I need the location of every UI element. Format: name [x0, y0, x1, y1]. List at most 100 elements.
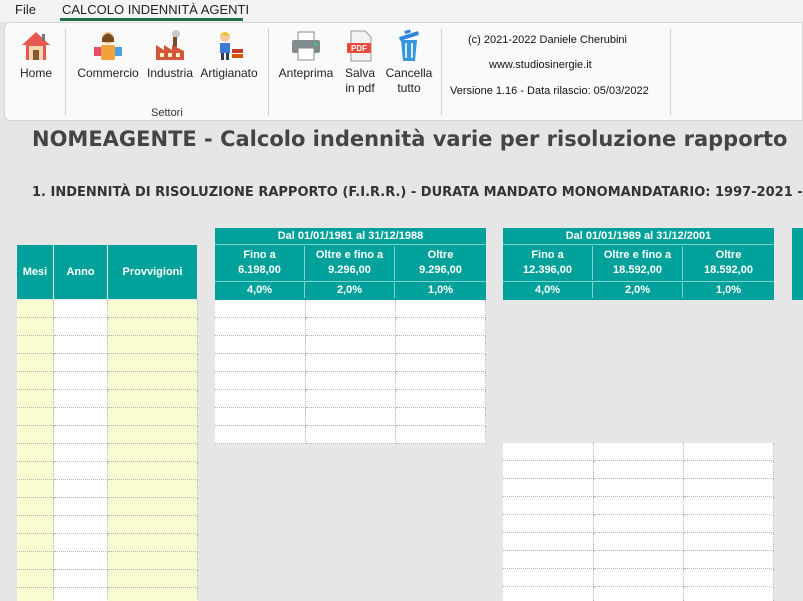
grid-cell[interactable] — [108, 336, 198, 354]
grid-cell[interactable] — [396, 336, 486, 354]
grid-cell[interactable] — [17, 588, 54, 601]
grid-cell[interactable] — [108, 354, 198, 372]
anno-column-cells[interactable] — [54, 300, 108, 601]
grid-cell[interactable] — [306, 336, 396, 354]
grid-cell[interactable] — [17, 570, 54, 588]
grid-cell[interactable] — [17, 444, 54, 462]
grid-cell[interactable] — [108, 516, 198, 534]
grid-cell[interactable] — [17, 354, 54, 372]
grid-cell[interactable] — [684, 479, 774, 497]
band-1-cells-col-1[interactable] — [215, 300, 306, 444]
grid-cell[interactable] — [17, 462, 54, 480]
cancella-tutto-button[interactable]: Cancella tutto — [383, 29, 435, 96]
band-2-cells-col-2[interactable] — [594, 443, 684, 601]
grid-cell[interactable] — [306, 426, 396, 444]
grid-cell[interactable] — [215, 354, 306, 372]
grid-cell[interactable] — [215, 426, 306, 444]
grid-cell[interactable] — [684, 587, 774, 601]
grid-cell[interactable] — [503, 533, 594, 551]
industria-button[interactable]: Industria — [145, 29, 195, 81]
grid-cell[interactable] — [503, 497, 594, 515]
grid-cell[interactable] — [306, 408, 396, 426]
grid-cell[interactable] — [54, 588, 108, 601]
grid-cell[interactable] — [684, 443, 774, 461]
grid-cell[interactable] — [594, 551, 684, 569]
grid-cell[interactable] — [503, 551, 594, 569]
grid-cell[interactable] — [54, 318, 108, 336]
grid-cell[interactable] — [54, 462, 108, 480]
grid-cell[interactable] — [54, 336, 108, 354]
grid-cell[interactable] — [108, 390, 198, 408]
grid-cell[interactable] — [684, 461, 774, 479]
grid-cell[interactable] — [503, 569, 594, 587]
salva-pdf-button[interactable]: PDF Salva in pdf — [339, 29, 381, 96]
grid-cell[interactable] — [54, 372, 108, 390]
home-button[interactable]: Home — [15, 29, 57, 81]
grid-cell[interactable] — [594, 533, 684, 551]
grid-cell[interactable] — [108, 300, 198, 318]
grid-cell[interactable] — [396, 300, 486, 318]
grid-cell[interactable] — [108, 588, 198, 601]
grid-cell[interactable] — [594, 443, 684, 461]
commercio-button[interactable]: Commercio — [73, 29, 143, 81]
grid-cell[interactable] — [54, 552, 108, 570]
grid-cell[interactable] — [503, 461, 594, 479]
mesi-column-cells[interactable] — [17, 300, 54, 601]
grid-cell[interactable] — [17, 336, 54, 354]
grid-cell[interactable] — [108, 408, 198, 426]
worksheet[interactable]: NOMEAGENTE - Calcolo indennità varie per… — [0, 122, 803, 601]
grid-cell[interactable] — [396, 318, 486, 336]
grid-cell[interactable] — [17, 534, 54, 552]
grid-cell[interactable] — [684, 497, 774, 515]
grid-cell[interactable] — [396, 426, 486, 444]
grid-cell[interactable] — [503, 479, 594, 497]
grid-cell[interactable] — [108, 534, 198, 552]
grid-cell[interactable] — [215, 300, 306, 318]
grid-cell[interactable] — [396, 354, 486, 372]
grid-cell[interactable] — [684, 515, 774, 533]
grid-cell[interactable] — [54, 300, 108, 318]
menu-file[interactable]: File — [15, 2, 36, 17]
grid-cell[interactable] — [17, 552, 54, 570]
grid-cell[interactable] — [396, 408, 486, 426]
grid-cell[interactable] — [17, 300, 54, 318]
grid-cell[interactable] — [503, 515, 594, 533]
grid-cell[interactable] — [108, 570, 198, 588]
grid-cell[interactable] — [54, 444, 108, 462]
grid-cell[interactable] — [108, 552, 198, 570]
artigianato-button[interactable]: Artigianato — [197, 29, 261, 81]
grid-cell[interactable] — [54, 534, 108, 552]
grid-cell[interactable] — [17, 498, 54, 516]
grid-cell[interactable] — [215, 408, 306, 426]
band-2-cells-col-1[interactable] — [503, 443, 594, 601]
grid-cell[interactable] — [54, 570, 108, 588]
grid-cell[interactable] — [306, 354, 396, 372]
grid-cell[interactable] — [17, 372, 54, 390]
grid-cell[interactable] — [17, 426, 54, 444]
grid-cell[interactable] — [54, 498, 108, 516]
grid-cell[interactable] — [54, 516, 108, 534]
anteprima-button[interactable]: Anteprima — [275, 29, 337, 81]
menu-calcolo-indennita-agenti[interactable]: CALCOLO INDENNITÀ AGENTI — [62, 2, 249, 17]
band-1-cells-col-2[interactable] — [306, 300, 396, 444]
band-1-cells-col-3[interactable] — [396, 300, 486, 444]
grid-cell[interactable] — [594, 497, 684, 515]
grid-cell[interactable] — [503, 443, 594, 461]
grid-cell[interactable] — [306, 372, 396, 390]
grid-cell[interactable] — [594, 461, 684, 479]
website-link[interactable]: www.studiosinergie.it — [489, 59, 592, 71]
band-2-cells-col-3[interactable] — [684, 443, 774, 601]
grid-cell[interactable] — [594, 587, 684, 601]
grid-cell[interactable] — [108, 318, 198, 336]
grid-cell[interactable] — [503, 587, 594, 601]
grid-cell[interactable] — [17, 516, 54, 534]
grid-cell[interactable] — [396, 390, 486, 408]
grid-cell[interactable] — [108, 426, 198, 444]
grid-cell[interactable] — [215, 336, 306, 354]
grid-cell[interactable] — [17, 390, 54, 408]
grid-cell[interactable] — [684, 533, 774, 551]
grid-cell[interactable] — [215, 318, 306, 336]
grid-cell[interactable] — [306, 390, 396, 408]
grid-cell[interactable] — [594, 569, 684, 587]
grid-cell[interactable] — [17, 480, 54, 498]
